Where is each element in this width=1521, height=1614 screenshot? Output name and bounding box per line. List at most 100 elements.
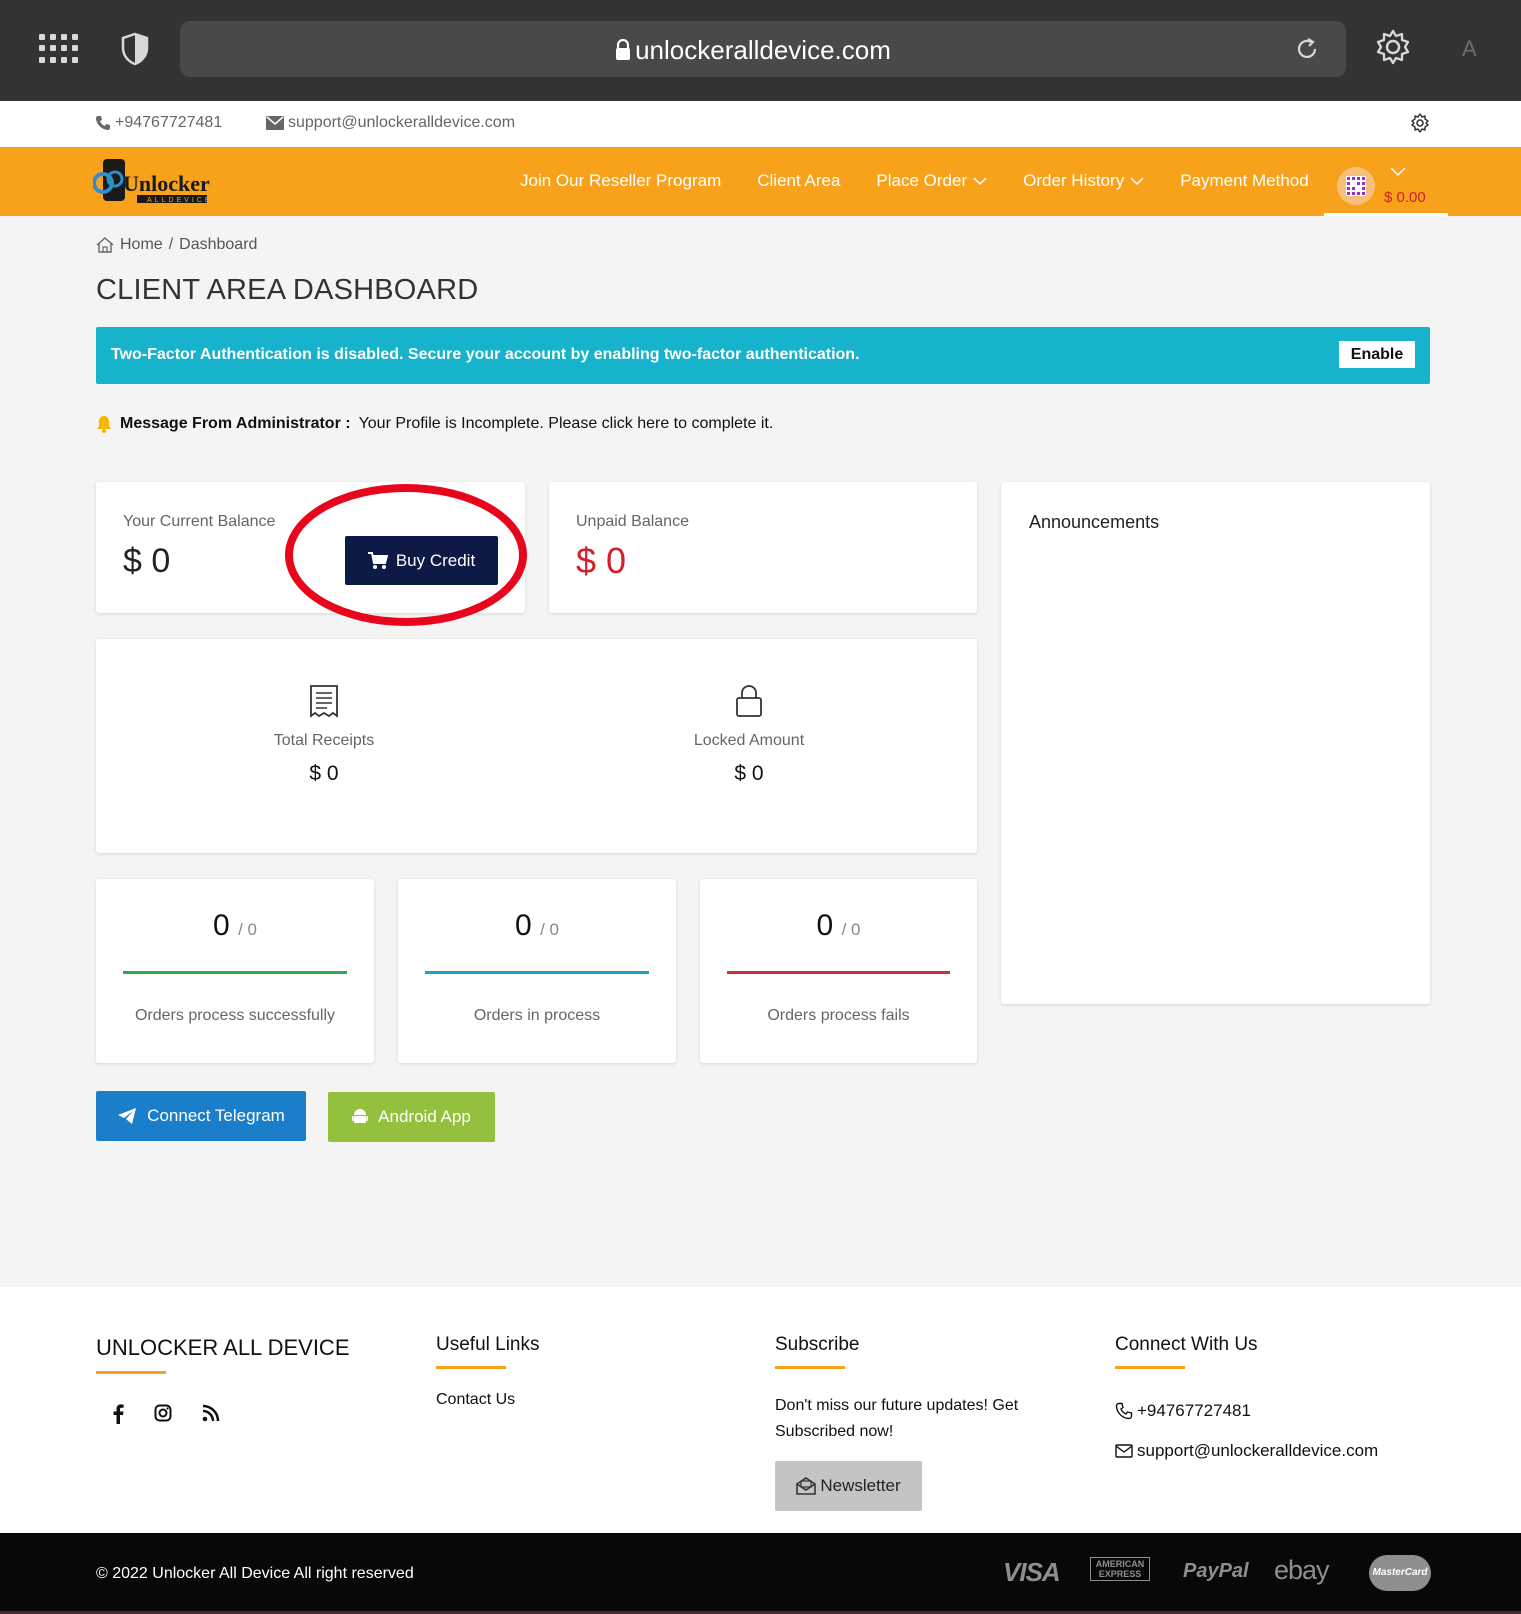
profile-initial[interactable]: A (1462, 36, 1477, 62)
phone-icon (1115, 1402, 1133, 1420)
orders-fail-count: 0 (816, 909, 834, 942)
logo-subtext: ALLDEVICE (147, 197, 213, 204)
footer-useful-links-column: Useful Links Contact Us (436, 1334, 540, 1409)
orders-in-process-total: / 0 (540, 920, 559, 939)
receipt-icon (310, 685, 338, 718)
locked-amount-stat: Locked Amount $ 0 (649, 684, 849, 786)
nav-item-order-history[interactable]: Order History (1023, 171, 1144, 191)
locked-amount-label: Locked Amount (693, 732, 805, 749)
nav-item-place-order[interactable]: Place Order (876, 171, 987, 191)
footer-underline (96, 1371, 166, 1374)
logo-mark: Unlocker ALLDEVICE (92, 159, 213, 204)
nav-item-payment-method[interactable]: Payment Method (1180, 171, 1309, 191)
lock-icon (736, 685, 762, 717)
cart-icon (367, 551, 388, 569)
breadcrumb-separator: / (168, 236, 174, 253)
alert-message: Two-Factor Authentication is disabled. S… (111, 346, 860, 363)
url-text: unlockeralldevice.com (635, 35, 891, 65)
nav-item-label: Join Our Reseller Program (520, 171, 722, 190)
topbar-phone-text: +94767727481 (115, 114, 223, 131)
page-title: CLIENT AREA DASHBOARD (96, 274, 479, 306)
android-icon (352, 1109, 369, 1123)
avatar (1337, 167, 1375, 205)
footer-connect-column: Connect With Us +94767727481 support@unl… (1115, 1334, 1378, 1461)
orders-fail-total: / 0 (841, 920, 861, 939)
orders-fail-bar (727, 971, 950, 974)
nav-item-reseller[interactable]: Join Our Reseller Program (520, 171, 721, 191)
paypal-logo: PayPal (1183, 1560, 1249, 1582)
envelope-open-icon (796, 1477, 817, 1495)
envelope-icon (1115, 1444, 1133, 1458)
footer-underline (436, 1366, 506, 1369)
breadcrumb: Home / Dashboard (96, 236, 257, 254)
admin-message-text[interactable]: Your Profile is Incomplete. Please click… (359, 415, 774, 433)
useful-links-title: Useful Links (436, 1334, 540, 1355)
browser-chrome: unlockeralldevice.com A (0, 0, 1521, 101)
android-app-label: Android App (378, 1107, 471, 1126)
newsletter-button[interactable]: Newsletter (775, 1461, 922, 1511)
total-receipts-value: $ 0 (309, 762, 339, 785)
current-balance-value: $ 0 (123, 542, 171, 580)
buy-credit-button[interactable]: Buy Credit (345, 536, 498, 585)
orders-success-count: 0 (213, 909, 230, 942)
chevron-down-icon (1130, 176, 1144, 185)
nav-item-client-area[interactable]: Client Area (757, 171, 840, 191)
bell-icon (97, 416, 111, 433)
subscribe-text: Don't miss our future updates! Get Subsc… (775, 1397, 1019, 1440)
subscribe-title: Subscribe (775, 1334, 860, 1355)
gear-icon[interactable] (1374, 28, 1412, 66)
ebay-logo: ebay (1274, 1555, 1330, 1585)
announcements-card: Announcements (1001, 482, 1430, 1004)
unpaid-balance-card: Unpaid Balance $ 0 (549, 482, 977, 613)
footer-email-text: support@unlockeralldevice.com (1137, 1441, 1379, 1460)
footer-underline (775, 1366, 845, 1369)
newsletter-label: Newsletter (820, 1476, 901, 1495)
orders-success-total: / 0 (238, 920, 257, 939)
instagram-icon[interactable] (154, 1404, 172, 1422)
orders-in-process-label: Orders in process (473, 1007, 601, 1024)
connect-title: Connect With Us (1115, 1334, 1258, 1355)
footer-email[interactable]: support@unlockeralldevice.com (1115, 1441, 1378, 1461)
mastercard-logo: MasterCard (1369, 1555, 1431, 1591)
contact-us-link[interactable]: Contact Us (436, 1391, 540, 1409)
android-app-button[interactable]: Android App (328, 1092, 495, 1142)
phone-icon (96, 116, 110, 130)
footer-subscribe-column: Subscribe Don't miss our future updates!… (775, 1334, 1040, 1511)
social-links (96, 1404, 350, 1424)
topbar-email[interactable]: support@unlockeralldevice.com (266, 114, 515, 132)
footer-phone[interactable]: +94767727481 (1115, 1401, 1378, 1421)
orders-in-process-count-line: 0 / 0 (398, 909, 676, 943)
footer-brand-column: UNLOCKER ALL DEVICE (96, 1335, 350, 1424)
chevron-down-icon (1390, 167, 1406, 177)
locked-amount-value: $ 0 (734, 762, 764, 785)
footer-brand: UNLOCKER ALL DEVICE (96, 1335, 350, 1360)
contact-bar: +94767727481 support@unlockeralldevice.c… (0, 101, 1521, 147)
address-bar[interactable]: unlockeralldevice.com (180, 21, 1346, 77)
reload-icon[interactable] (1294, 36, 1320, 62)
footer-underline (1115, 1366, 1185, 1369)
admin-message: Message From Administrator : Your Profil… (96, 415, 773, 433)
account-menu[interactable]: $ 0.00 (1324, 147, 1448, 216)
breadcrumb-current: Dashboard (179, 236, 258, 253)
enable-2fa-button[interactable]: Enable (1339, 341, 1415, 368)
envelope-icon (266, 116, 284, 130)
orders-fail-label: Orders process fails (767, 1007, 910, 1024)
topbar-phone[interactable]: +94767727481 (95, 114, 222, 132)
shield-icon[interactable] (120, 32, 150, 66)
total-receipts-label: Total Receipts (273, 732, 375, 749)
breadcrumb-home[interactable]: Home (120, 236, 163, 254)
account-balance: $ 0.00 (1384, 189, 1426, 206)
app-grid-icon[interactable] (39, 34, 78, 64)
site-logo[interactable]: Unlocker ALLDEVICE (92, 155, 213, 209)
orders-success-count-line: 0 / 0 (96, 909, 374, 943)
rss-icon[interactable] (202, 1404, 220, 1422)
admin-message-label: Message From Administrator : (120, 415, 351, 432)
unpaid-balance-label: Unpaid Balance (576, 513, 689, 530)
facebook-icon[interactable] (112, 1404, 124, 1424)
settings-icon[interactable] (1410, 113, 1430, 133)
topbar-email-text: support@unlockeralldevice.com (288, 114, 516, 131)
orders-in-process-card: 0 / 0 Orders in process (398, 879, 676, 1063)
nav-item-label: Order History (1023, 171, 1125, 190)
buy-credit-label: Buy Credit (395, 550, 476, 570)
connect-telegram-button[interactable]: Connect Telegram (96, 1091, 306, 1141)
